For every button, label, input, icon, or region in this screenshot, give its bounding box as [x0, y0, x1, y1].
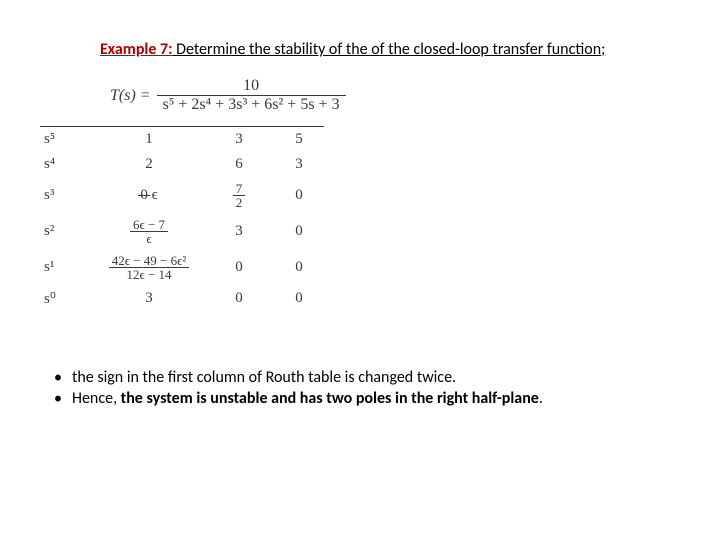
cell: 3: [274, 152, 324, 177]
cell: 2: [94, 152, 204, 177]
eq-fraction: 10 s⁵ + 2s⁴ + 3s³ + 6s² + 5s + 3: [157, 77, 346, 114]
row-label: s³: [40, 177, 94, 213]
table-row: s⁴ 2 6 3: [40, 152, 324, 177]
cell: 3: [204, 213, 274, 249]
row-label: s⁵: [40, 127, 94, 153]
eq-num: 10: [237, 77, 265, 95]
cell: 5: [274, 127, 324, 153]
row-label: s⁴: [40, 152, 94, 177]
list-item: the sign in the first column of Routh ta…: [50, 368, 680, 387]
row-label: s⁰: [40, 285, 94, 312]
title-prefix: Example 7:: [100, 40, 173, 59]
cell: 0: [274, 285, 324, 312]
cell: 0: [274, 213, 324, 249]
table-row: s³ 0 ϵ 72 0: [40, 177, 324, 213]
cell: 1: [94, 127, 204, 153]
routh-table: s⁵ 1 3 5 s⁴ 2 6 3 s³ 0 ϵ 72 0 s² 6ϵ − 7ϵ…: [40, 126, 680, 312]
table-row: s⁵ 1 3 5: [40, 127, 324, 153]
table-row: s¹ 42ϵ − 49 − 6ϵ²12ϵ − 14 0 0: [40, 249, 324, 285]
eq-den: s⁵ + 2s⁴ + 3s³ + 6s² + 5s + 3: [157, 95, 346, 114]
cell: 0: [204, 285, 274, 312]
cell: 3: [94, 285, 204, 312]
cell: 0: [274, 177, 324, 213]
struck-zero: 0: [140, 187, 148, 204]
example-title: Example 7: Determine the stability of th…: [100, 40, 680, 59]
conclusion-list: the sign in the first column of Routh ta…: [50, 368, 680, 408]
row-label: s¹: [40, 249, 94, 285]
eq-lhs: T(s) =: [110, 87, 151, 105]
slide: Example 7: Determine the stability of th…: [0, 0, 720, 408]
cell: 3: [204, 127, 274, 153]
row-label: s²: [40, 213, 94, 249]
cell: 0: [204, 249, 274, 285]
transfer-function: T(s) = 10 s⁵ + 2s⁴ + 3s³ + 6s² + 5s + 3: [110, 77, 680, 114]
cell: 42ϵ − 49 − 6ϵ²12ϵ − 14: [94, 249, 204, 285]
title-rest: Determine the stability of the of the cl…: [173, 40, 606, 59]
cell: 6ϵ − 7ϵ: [94, 213, 204, 249]
cell: 6: [204, 152, 274, 177]
table-row: s² 6ϵ − 7ϵ 3 0: [40, 213, 324, 249]
cell: 0 ϵ: [94, 177, 204, 213]
table-row: s⁰ 3 0 0: [40, 285, 324, 312]
cell: 0: [274, 249, 324, 285]
list-item: Hence, the system is unstable and has tw…: [50, 389, 680, 408]
cell: 72: [204, 177, 274, 213]
